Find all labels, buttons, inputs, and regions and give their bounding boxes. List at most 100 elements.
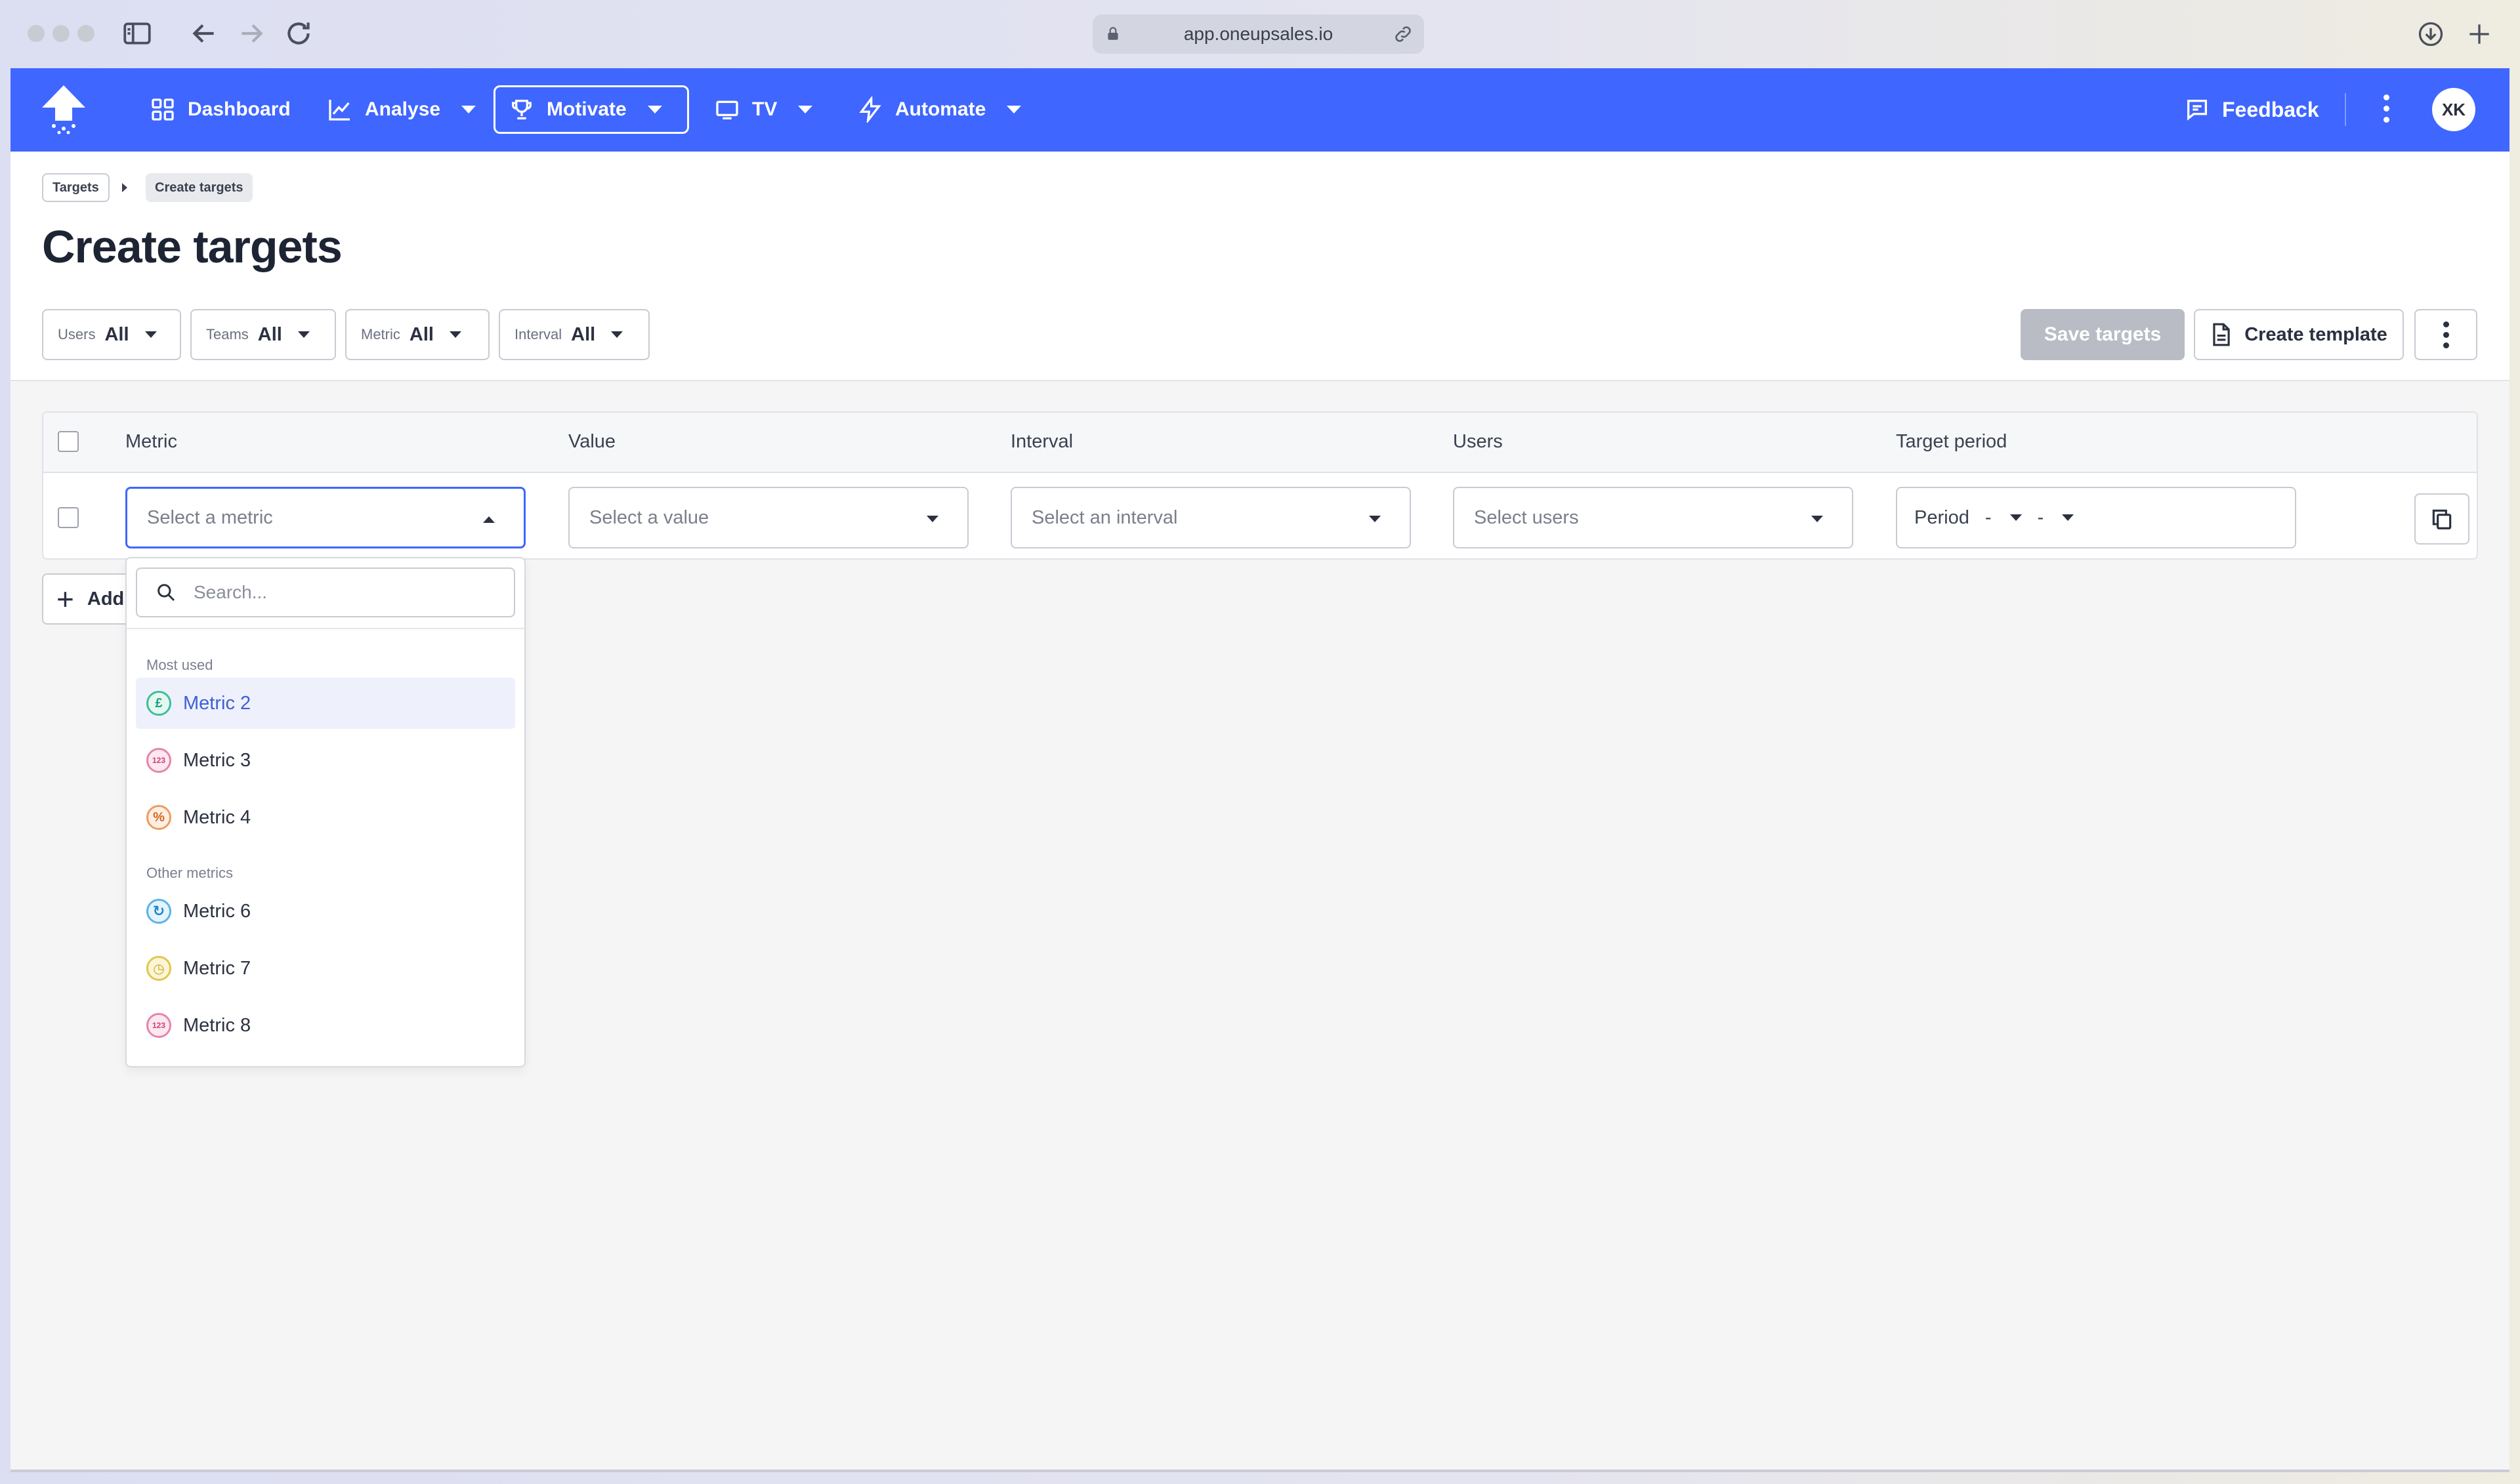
row-checkbox[interactable]: [58, 507, 79, 528]
back-arrow-icon[interactable]: [188, 17, 220, 50]
group-label-other-metrics: Other metrics: [146, 865, 234, 881]
breadcrumb-item-targets[interactable]: Targets: [42, 173, 110, 202]
chevron-down-icon: [297, 331, 310, 338]
address-bar[interactable]: app.oneupsales.io: [1093, 14, 1424, 54]
filter-value: All: [257, 323, 282, 345]
save-targets-button[interactable]: Save targets: [2021, 309, 2185, 360]
chevron-down-icon: [647, 106, 662, 113]
period-from-value[interactable]: -: [1985, 507, 1992, 529]
filter-teams[interactable]: Teams All: [190, 309, 336, 360]
metric-option-label: Metric 6: [183, 900, 251, 922]
filter-value: All: [571, 323, 596, 345]
plus-icon: +: [56, 582, 74, 616]
breadcrumb-item-current: Create targets: [146, 173, 253, 202]
table-header: Metric Value Interval Users Target perio…: [43, 413, 2477, 473]
window-minimize-button[interactable]: [52, 25, 70, 42]
column-header-value: Value: [568, 431, 616, 452]
number-icon: 123: [146, 748, 171, 773]
oneup-logo-icon[interactable]: [39, 83, 88, 136]
search-placeholder: Search...: [194, 582, 268, 602]
filter-interval[interactable]: Interval All: [499, 309, 650, 360]
column-header-metric: Metric: [125, 431, 177, 452]
nav-item-label: Dashboard: [188, 98, 291, 120]
filter-value: All: [104, 323, 129, 345]
filter-label: Interval: [514, 326, 562, 342]
metric-option[interactable]: £ Metric 2: [136, 678, 515, 729]
interval-select[interactable]: Select an interval: [1011, 487, 1411, 548]
filter-metric[interactable]: Metric All: [345, 309, 490, 360]
targets-table: Metric Value Interval Users Target perio…: [42, 411, 2478, 560]
pound-icon: £: [146, 691, 171, 716]
nav-item-analyse[interactable]: Analyse: [314, 85, 489, 134]
bolt-icon: [859, 96, 881, 123]
metric-option[interactable]: ↻ Metric 6: [136, 886, 515, 937]
chevron-down-icon[interactable]: [2009, 514, 2022, 521]
avatar[interactable]: XK: [2432, 88, 2475, 131]
select-all-checkbox[interactable]: [58, 431, 79, 452]
more-options-button[interactable]: [2414, 309, 2477, 360]
users-select[interactable]: Select users: [1453, 487, 1853, 548]
filter-users[interactable]: Users All: [42, 309, 181, 360]
sidebar-toggle-icon[interactable]: [121, 17, 154, 50]
nav-divider: [2345, 93, 2346, 126]
period-to-value[interactable]: -: [2038, 507, 2044, 529]
dropdown-divider: [127, 628, 524, 629]
filter-value: All: [409, 323, 434, 345]
metric-dropdown: Search... Most used £ Metric 2 123 Metri…: [125, 557, 526, 1067]
nav-item-motivate[interactable]: Motivate: [494, 85, 689, 134]
target-period-select[interactable]: Period - -: [1896, 487, 2296, 548]
metric-search-input[interactable]: Search...: [136, 567, 515, 617]
duplicate-row-button[interactable]: [2414, 493, 2469, 545]
chevron-down-icon: [611, 331, 623, 338]
chevron-down-icon: [927, 516, 938, 522]
forward-arrow-icon[interactable]: [235, 17, 268, 50]
window-zoom-button[interactable]: [77, 25, 94, 42]
reload-icon[interactable]: [282, 17, 315, 50]
window-close-button[interactable]: [28, 25, 45, 42]
metric-option[interactable]: % Metric 4: [136, 792, 515, 843]
chevron-down-icon: [449, 331, 461, 338]
metric-option[interactable]: 123 Metric 8: [136, 1000, 515, 1051]
monitor-icon: [716, 100, 738, 119]
download-icon[interactable]: [2416, 20, 2445, 49]
value-select-placeholder: Select a value: [589, 506, 709, 528]
metric-select[interactable]: Select a metric: [125, 487, 526, 548]
link-icon[interactable]: [1393, 24, 1414, 45]
metric-option[interactable]: 123 Metric 3: [136, 735, 515, 786]
nav-item-label: Automate: [895, 98, 986, 120]
chevron-down-icon[interactable]: [2062, 514, 2074, 521]
feedback-icon: [2187, 100, 2207, 121]
nav-item-label: TV: [752, 98, 778, 120]
feedback-button[interactable]: Feedback: [2171, 85, 2332, 134]
chevron-down-icon: [1007, 106, 1022, 113]
more-vertical-icon[interactable]: [2380, 94, 2393, 126]
more-vertical-icon: [2443, 321, 2449, 327]
metric-option-label: Metric 7: [183, 957, 251, 979]
period-label: Period: [1914, 506, 1969, 528]
metric-option-label: Metric 3: [183, 749, 251, 771]
page-title: Create targets: [42, 221, 343, 272]
lock-icon: [1104, 25, 1122, 43]
nav-item-label: Motivate: [547, 98, 627, 120]
filter-label: Metric: [361, 326, 400, 342]
app-window: Dashboard Analyse Motivate TV Automate F…: [10, 68, 2510, 1472]
metric-option[interactable]: ◷ Metric 7: [136, 943, 515, 994]
add-target-label: Add: [87, 588, 125, 609]
number-icon: 123: [146, 1013, 171, 1038]
column-header-target-period: Target period: [1896, 431, 2007, 452]
chevron-down-icon: [1811, 516, 1823, 522]
users-select-placeholder: Select users: [1474, 506, 1579, 528]
filter-label: Teams: [206, 326, 249, 342]
column-header-interval: Interval: [1011, 431, 1074, 452]
column-header-users: Users: [1453, 431, 1503, 452]
nav-item-tv[interactable]: TV: [701, 85, 826, 134]
metric-select-placeholder: Select a metric: [147, 506, 273, 528]
value-select[interactable]: Select a value: [568, 487, 969, 548]
new-tab-icon[interactable]: [2465, 20, 2494, 49]
chevron-up-icon: [483, 516, 495, 523]
nav-item-dashboard[interactable]: Dashboard: [136, 85, 304, 134]
percent-icon: %: [146, 805, 171, 830]
nav-item-automate[interactable]: Automate: [844, 85, 1034, 134]
create-template-button[interactable]: Create template: [2194, 309, 2404, 360]
metric-option-label: Metric 8: [183, 1014, 251, 1036]
